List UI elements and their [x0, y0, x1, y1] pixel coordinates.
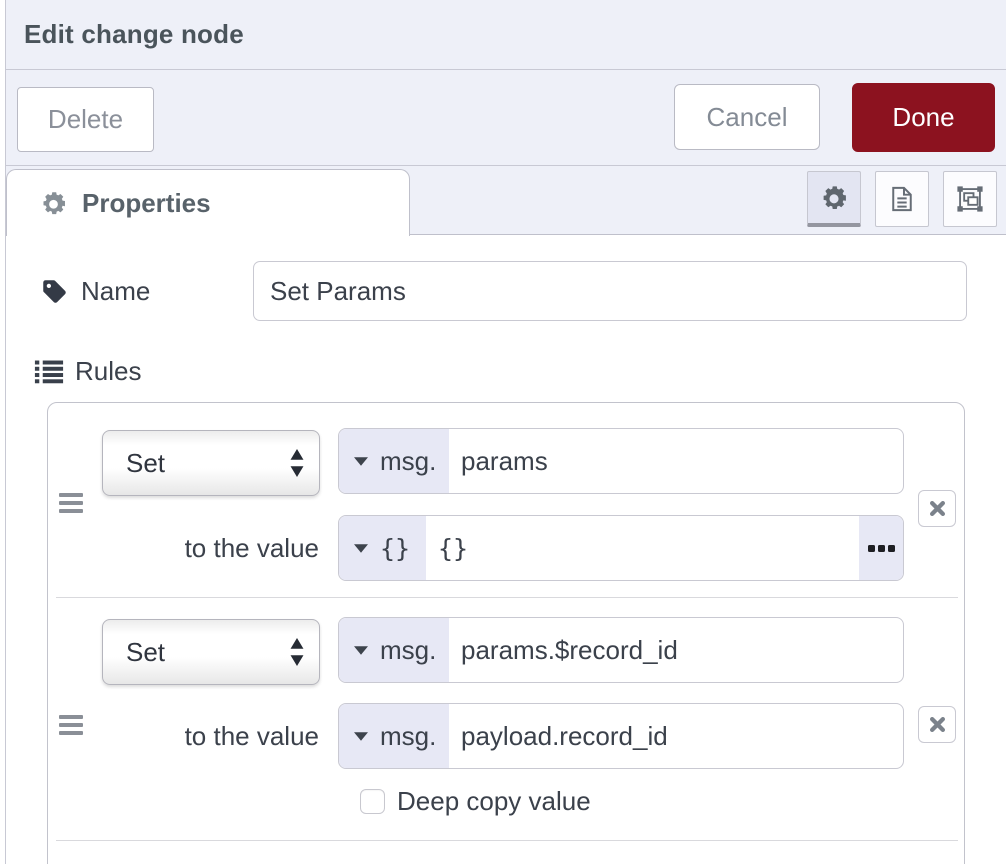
x-icon: [930, 717, 945, 732]
rules-label: Rules: [75, 356, 141, 387]
rule-2-property-input[interactable]: [449, 618, 903, 682]
appearance-view-button[interactable]: [943, 171, 997, 227]
rules-section-label-row: Rules: [34, 356, 141, 387]
dialog-title: Edit change node: [24, 19, 244, 50]
rule-1-value-typedinput: {}: [338, 515, 904, 581]
gear-icon: [40, 190, 67, 217]
dialog-panel: Edit change node Delete Cancel Done Prop…: [5, 0, 1006, 864]
rule-1-expand-editor-button[interactable]: [859, 516, 903, 580]
drag-handle-icon[interactable]: [59, 493, 83, 513]
rule-2-value-type: msg.: [380, 721, 436, 752]
rule-1-property-typedinput: msg.: [338, 428, 904, 494]
tab-properties[interactable]: Properties: [6, 169, 410, 236]
rule-2-value-typedinput: msg.: [338, 703, 904, 769]
rules-list: Set msg. to the value: [47, 402, 965, 864]
rule-1-value-type: {}: [380, 534, 410, 563]
cancel-button[interactable]: Cancel: [674, 84, 820, 150]
editor-toolbar-buttons: [807, 171, 997, 227]
rule-1-action-select[interactable]: Set: [102, 430, 320, 496]
caret-down-icon: [354, 544, 368, 553]
rule-2-value-type-button[interactable]: msg.: [339, 704, 449, 768]
rule-1-to-label: to the value: [48, 515, 319, 581]
name-field-label-row: Name: [41, 276, 150, 307]
edit-change-node-dialog: Edit change node Delete Cancel Done Prop…: [0, 0, 1006, 864]
rule-1-property-type: msg.: [380, 446, 436, 477]
tab-properties-label: Properties: [82, 188, 211, 219]
name-input[interactable]: [253, 261, 967, 321]
deep-copy-label: Deep copy value: [397, 786, 591, 817]
rule-divider: [56, 597, 958, 598]
description-icon: [888, 185, 916, 213]
rule-2-property-type-button[interactable]: msg.: [339, 618, 449, 682]
done-button[interactable]: Done: [852, 83, 995, 152]
properties-form: Name Rules Set: [6, 236, 1006, 864]
select-arrows-icon: [290, 638, 304, 666]
rule-2-property-type: msg.: [380, 635, 436, 666]
rule-1-action-value: Set: [126, 448, 165, 479]
rule-1-property-type-button[interactable]: msg.: [339, 429, 449, 493]
deep-copy-checkbox[interactable]: [360, 789, 385, 814]
rule-1-value-type-button[interactable]: {}: [339, 516, 426, 580]
rule-1-value-input[interactable]: [426, 516, 859, 580]
tag-icon: [41, 278, 68, 305]
gear-icon: [820, 184, 848, 212]
editor-tab-bar: Properties: [6, 166, 1006, 235]
ellipsis-icon: [868, 545, 895, 552]
rule-2-property-typedinput: msg.: [338, 617, 904, 683]
rule-2-remove-button[interactable]: [918, 706, 956, 743]
dialog-button-bar: Delete Cancel Done: [6, 70, 1006, 166]
rule-1-property-input[interactable]: [449, 429, 903, 493]
rule-divider: [56, 840, 958, 841]
dialog-header: Edit change node: [6, 0, 1006, 70]
rule-1-remove-button[interactable]: [918, 490, 956, 527]
rule-2-value-input[interactable]: [449, 704, 903, 768]
delete-button[interactable]: Delete: [17, 87, 154, 152]
rule-2-to-label: to the value: [48, 703, 319, 769]
caret-down-icon: [354, 457, 368, 466]
deep-copy-row: Deep copy value: [360, 786, 591, 817]
properties-view-button[interactable]: [807, 171, 861, 227]
appearance-icon: [956, 185, 984, 213]
list-icon: [34, 360, 64, 384]
name-label: Name: [81, 276, 150, 307]
description-view-button[interactable]: [875, 171, 929, 227]
caret-down-icon: [354, 646, 368, 655]
rule-2-action-value: Set: [126, 637, 165, 668]
x-icon: [930, 501, 945, 516]
caret-down-icon: [354, 732, 368, 741]
rule-2-action-select[interactable]: Set: [102, 619, 320, 685]
select-arrows-icon: [290, 449, 304, 477]
